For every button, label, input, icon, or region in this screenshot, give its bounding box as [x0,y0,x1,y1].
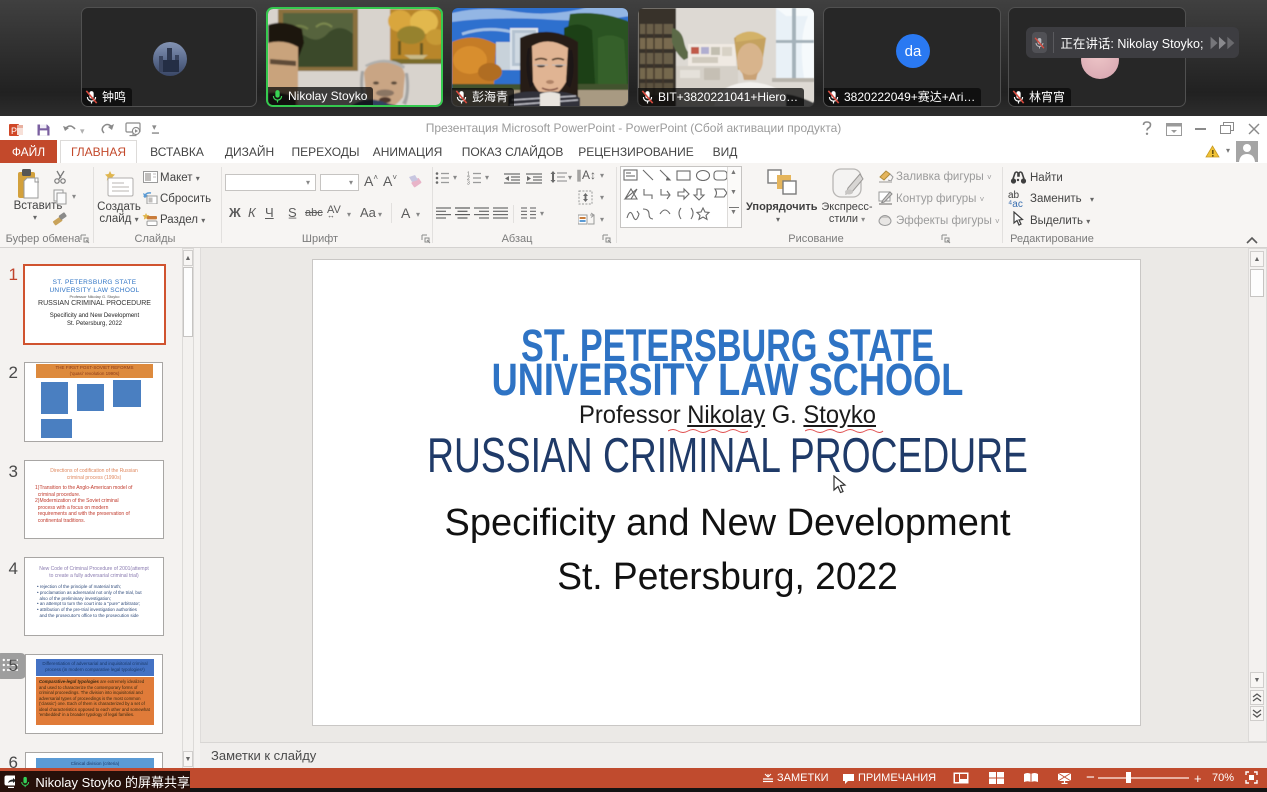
svg-text:3: 3 [467,181,470,186]
